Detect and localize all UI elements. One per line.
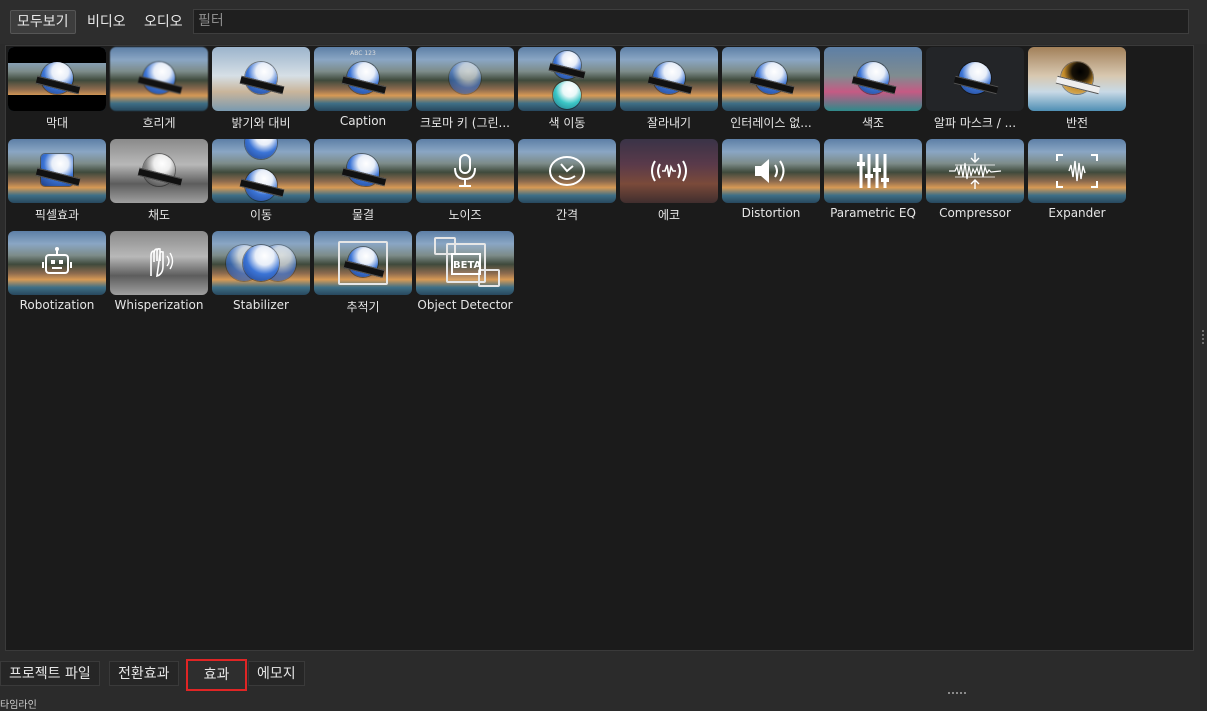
effect-tile-hue[interactable]: 색조 <box>824 47 922 135</box>
dock-resize-grip[interactable] <box>948 692 966 696</box>
effect-label: 노이즈 <box>448 208 482 222</box>
blur-logo-icon <box>110 47 208 111</box>
timeline-title-cutoff: 타임라인 <box>0 700 37 711</box>
expander-icon <box>1028 139 1126 203</box>
microphone-icon <box>416 139 514 203</box>
bars-logo-icon <box>8 47 106 111</box>
hue-logo-icon <box>824 47 922 111</box>
effect-tile-parametric-eq[interactable]: Parametric EQ <box>824 139 922 227</box>
effect-label: 물결 <box>351 208 375 222</box>
effect-tile-chroma-key[interactable]: 크로마 키 (그린... <box>416 47 514 135</box>
effect-label: 채도 <box>147 208 171 222</box>
effect-tile-whisperization[interactable]: Whisperization <box>110 231 208 319</box>
wave-logo-icon <box>314 139 412 203</box>
effect-label: 이동 <box>249 208 273 222</box>
caption-sample-text: ABC 123 <box>350 50 376 57</box>
effect-label: 색조 <box>861 116 885 130</box>
effect-label: Caption <box>339 114 387 128</box>
effect-label: Whisperization <box>114 298 204 312</box>
effect-label: 색 이동 <box>548 116 586 130</box>
effect-label: Distortion <box>741 206 801 220</box>
saturation-logo-icon <box>110 139 208 203</box>
effect-label: 추적기 <box>346 300 380 314</box>
effect-label: 밝기와 대비 <box>231 116 291 130</box>
brightness-logo-icon <box>212 47 310 111</box>
alpha-mask-logo-icon <box>926 47 1024 111</box>
caption-logo-icon: ABC 123 <box>314 47 412 111</box>
effect-label: 알파 마스크 / ... <box>933 116 1017 130</box>
effect-label: 반전 <box>1065 116 1089 130</box>
effect-tile-expander[interactable]: Expander <box>1028 139 1126 227</box>
negate-logo-icon <box>1028 47 1126 111</box>
resize-handle[interactable] <box>1202 330 1206 344</box>
object-detector-icon: BETA <box>416 231 514 295</box>
effect-tile-saturation[interactable]: 채도 <box>110 139 208 227</box>
effect-tile-robotization[interactable]: Robotization <box>8 231 106 319</box>
shift-logo-icon <box>212 139 310 203</box>
effect-tile-stabilizer[interactable]: Stabilizer <box>212 231 310 319</box>
effect-tile-tracker[interactable]: 추적기 <box>314 231 412 319</box>
chroma-key-logo-icon <box>416 47 514 111</box>
effect-tile-alpha-mask[interactable]: 알파 마스크 / ... <box>926 47 1024 135</box>
effect-tile-distortion[interactable]: Distortion <box>722 139 820 227</box>
effect-label: Stabilizer <box>233 298 289 312</box>
effect-tile-object-detector[interactable]: BETA Object Detector <box>416 231 514 319</box>
effect-label: Compressor <box>939 206 1011 220</box>
filter-all-button[interactable]: 모두보기 <box>10 10 76 34</box>
effect-tile-bars[interactable]: 막대 <box>8 47 106 135</box>
delay-icon <box>518 139 616 203</box>
color-shift-logo-icon <box>518 47 616 111</box>
effects-toolbar: 모두보기 비디오 오디오 필터 <box>0 0 1207 44</box>
effect-tile-color-shift[interactable]: 색 이동 <box>518 47 616 135</box>
dock-tabs: 프로젝트 파일 전환효과 효과 에모지 <box>0 658 1207 702</box>
filter-search-input[interactable]: 필터 <box>193 9 1189 34</box>
filter-audio-button[interactable]: 오디오 <box>138 10 189 34</box>
deinterlace-logo-icon <box>722 47 820 111</box>
effect-label: 에코 <box>657 208 681 222</box>
pixelate-logo-icon <box>8 139 106 203</box>
effects-grid: 막대 흐리게 밝기와 대비 ABC 123 Caption 크로마 키 (그린.… <box>5 45 1194 651</box>
tab-emojis[interactable]: 에모지 <box>248 661 305 686</box>
tab-effects[interactable]: 효과 <box>186 659 247 691</box>
effect-label: 막대 <box>45 116 69 130</box>
effect-label: Expander <box>1048 206 1106 220</box>
effect-label: Parametric EQ <box>830 206 916 220</box>
filter-video-button[interactable]: 비디오 <box>81 10 132 34</box>
stabilizer-logo-icon <box>212 231 310 295</box>
effect-tile-wave[interactable]: 물결 <box>314 139 412 227</box>
effect-tile-blur[interactable]: 흐리게 <box>110 47 208 135</box>
effect-tile-echo[interactable]: 에코 <box>620 139 718 227</box>
effect-label: Robotization <box>19 298 95 312</box>
compressor-icon <box>926 139 1024 203</box>
effect-tile-crop[interactable]: 잘라내기 <box>620 47 718 135</box>
effect-tile-caption[interactable]: ABC 123 Caption <box>314 47 412 135</box>
effect-tile-noise[interactable]: 노이즈 <box>416 139 514 227</box>
effect-tile-pixelate[interactable]: 픽셀효과 <box>8 139 106 227</box>
echo-icon <box>620 139 718 203</box>
beta-badge: BETA <box>451 253 481 275</box>
tracker-icon <box>314 231 412 295</box>
effect-label: 잘라내기 <box>646 116 692 130</box>
effect-label: 픽셀효과 <box>34 208 80 222</box>
tab-project-files[interactable]: 프로젝트 파일 <box>0 661 100 686</box>
effect-label: Object Detector <box>417 298 513 312</box>
effect-tile-compressor[interactable]: Compressor <box>926 139 1024 227</box>
crop-logo-icon <box>620 47 718 111</box>
effect-tile-negate[interactable]: 반전 <box>1028 47 1126 135</box>
effect-tile-brightness[interactable]: 밝기와 대비 <box>212 47 310 135</box>
eq-sliders-icon <box>824 139 922 203</box>
effect-tile-shift[interactable]: 이동 <box>212 139 310 227</box>
whisper-icon <box>110 231 208 295</box>
tab-transitions[interactable]: 전환효과 <box>109 661 179 686</box>
effect-label: 크로마 키 (그린... <box>420 116 510 130</box>
effect-tile-deinterlace[interactable]: 인터레이스 없... <box>722 47 820 135</box>
effect-tile-delay[interactable]: 간격 <box>518 139 616 227</box>
speaker-icon <box>722 139 820 203</box>
effect-label: 인터레이스 없... <box>730 116 812 130</box>
robot-icon <box>8 231 106 295</box>
effect-label: 간격 <box>555 208 579 222</box>
effect-label: 흐리게 <box>142 116 176 130</box>
